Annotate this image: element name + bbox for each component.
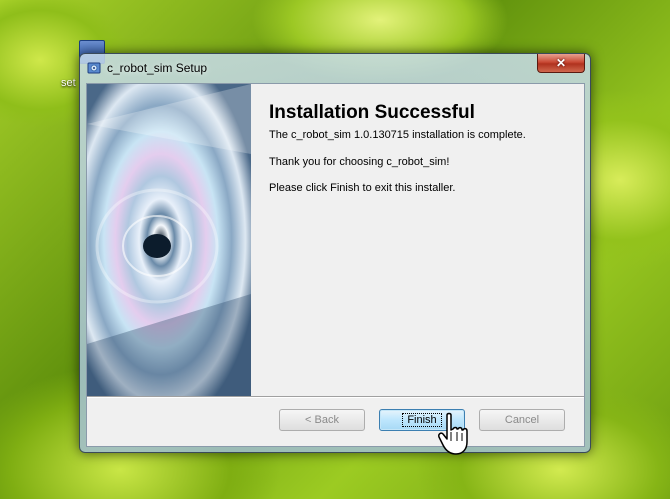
hand-cursor-icon <box>438 412 468 455</box>
cd-image <box>87 84 251 396</box>
back-button[interactable]: < Back <box>279 409 365 431</box>
cancel-button-label: Cancel <box>504 414 540 426</box>
completion-message: The c_robot_sim 1.0.130715 installation … <box>269 129 526 141</box>
finish-button-label: Finish <box>402 413 442 427</box>
close-icon: ✕ <box>555 56 567 70</box>
title-bar[interactable]: c_robot_sim Setup ✕ <box>80 54 590 82</box>
setup-icon <box>87 62 101 74</box>
desktop: set c_robot_sim Setup ✕ Installation Suc… <box>0 0 670 499</box>
desktop-icon-label[interactable]: set <box>61 77 76 89</box>
thank-you-message: Thank you for choosing c_robot_sim! <box>269 156 450 168</box>
cancel-button[interactable]: Cancel <box>479 409 565 431</box>
finish-instruction: Please click Finish to exit this install… <box>269 182 456 194</box>
installer-body: Installation Successful The c_robot_sim … <box>86 83 585 447</box>
divider <box>87 396 584 398</box>
window-title: c_robot_sim Setup <box>107 61 208 75</box>
back-button-label: < Back <box>305 414 339 426</box>
setup-window: c_robot_sim Setup ✕ Installation Success… <box>79 53 591 453</box>
page-title: Installation Successful <box>269 102 475 123</box>
content-panel: Installation Successful The c_robot_sim … <box>251 84 584 396</box>
close-button[interactable]: ✕ <box>537 54 585 73</box>
